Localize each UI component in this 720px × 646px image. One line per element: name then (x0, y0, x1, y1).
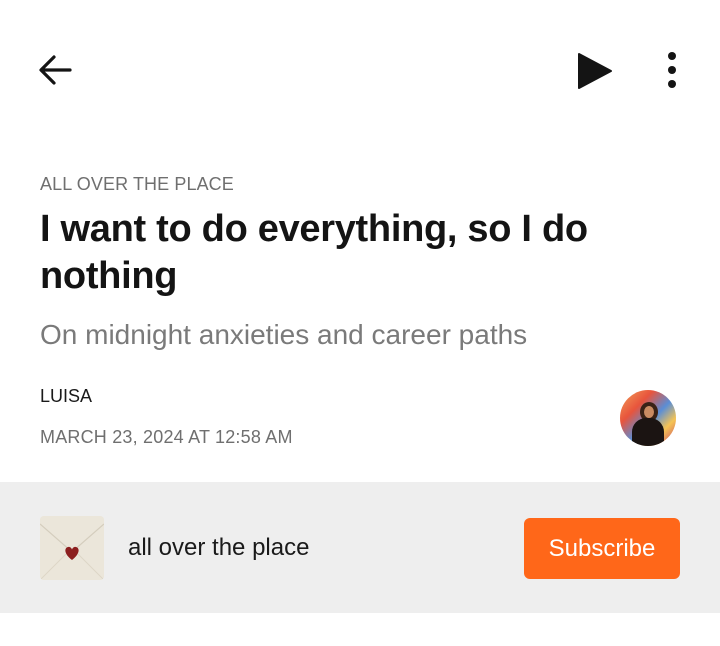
play-icon (578, 53, 612, 89)
avatar-face (644, 406, 654, 418)
publication-name[interactable]: all over the place (128, 534, 309, 562)
article-subtitle: On midnight anxieties and career paths (40, 319, 528, 350)
section-label[interactable]: ALL OVER THE PLACE (40, 174, 234, 195)
back-button[interactable] (36, 50, 76, 90)
top-bar (0, 0, 720, 140)
publish-date: MARCH 23, 2024 AT 12:58 AM (40, 427, 293, 447)
article-page: ALL OVER THE PLACE I want to do everythi… (0, 0, 720, 646)
author-avatar[interactable] (620, 390, 676, 446)
more-vertical-icon (668, 52, 676, 88)
more-options-button[interactable] (660, 48, 684, 92)
publication-logo[interactable] (40, 516, 104, 580)
subscribe-button[interactable]: Subscribe (524, 518, 680, 579)
author-name[interactable]: LUISA (40, 386, 92, 407)
article-title: I want to do everything, so I do nothing (40, 208, 588, 297)
arrow-left-icon (39, 55, 72, 85)
avatar-body (632, 418, 664, 446)
envelope-heart-icon (40, 516, 104, 580)
play-audio-button[interactable] (574, 50, 616, 92)
publication-bar: all over the place Subscribe (0, 482, 720, 613)
